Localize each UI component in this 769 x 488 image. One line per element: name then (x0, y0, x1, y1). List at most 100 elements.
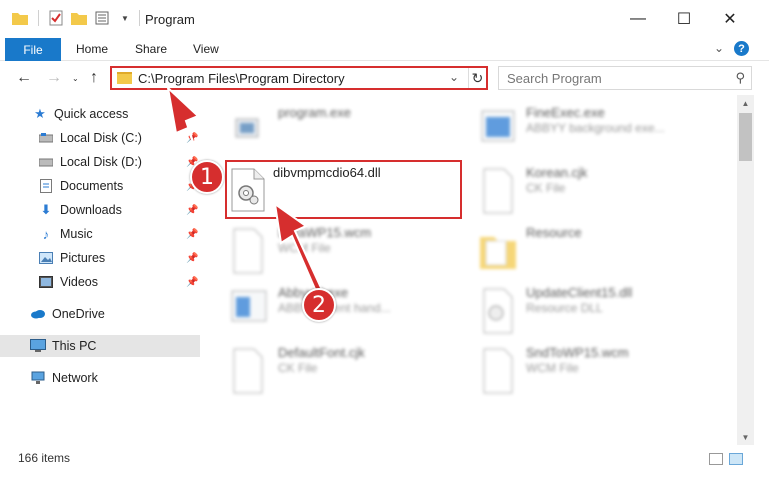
ribbon: File Home Share View ⌄ ? (0, 38, 769, 61)
sidebar-item-label: Local Disk (C:) (60, 131, 142, 145)
network-icon (30, 370, 46, 386)
file-name: UpdateClient15.dll (526, 285, 633, 300)
sidebar-item-documents[interactable]: Documents 📌 (0, 175, 200, 197)
back-icon[interactable]: ← (16, 69, 32, 87)
tab-file[interactable]: File (5, 38, 61, 61)
file-list: program.exe FineExec.exe ABBYY backgroun… (200, 95, 737, 445)
file-item[interactable]: DefaultFont.cjk CK File (230, 343, 480, 394)
file-item[interactable]: UpdateClient15.dll Resource DLL (478, 283, 728, 334)
new-folder-icon[interactable] (71, 11, 87, 25)
sidebar-item-local-disk-d[interactable]: Local Disk (D:) 📌 (0, 151, 200, 173)
sidebar-item-label: Documents (60, 179, 124, 193)
vertical-scrollbar[interactable]: ▲ ▼ (737, 95, 754, 445)
file-item[interactable]: Resource (478, 223, 728, 273)
title-bar: ▼ Program — ☐ ✕ (0, 0, 769, 38)
file-name: Korean.cjk (526, 165, 588, 180)
dll-icon (231, 168, 265, 212)
minimize-button[interactable]: — (615, 0, 661, 38)
close-button[interactable]: ✕ (707, 0, 753, 38)
large-icons-view-icon[interactable] (729, 453, 743, 465)
file-name: program.exe (278, 105, 351, 120)
navigation-pane: ★ Quick access Local Disk (C:) 📌 Local D… (0, 95, 200, 445)
sidebar-item-label: Local Disk (D:) (60, 155, 142, 169)
file-type: CK File (278, 361, 318, 375)
chevron-down-icon[interactable]: ▼ (121, 14, 129, 23)
search-box[interactable]: Search Program ⚲ (498, 66, 752, 90)
up-icon[interactable]: ↑ (90, 69, 98, 87)
file-item[interactable]: FineExec.exe ABBYY background exe... (478, 103, 728, 153)
tab-home[interactable]: Home (76, 42, 108, 56)
pin-icon: 📌 (186, 204, 199, 216)
sidebar-item-label: Quick access (54, 107, 129, 121)
item-count: 166 items (18, 451, 71, 465)
documents-icon (38, 178, 54, 194)
highlighted-file[interactable]: dibvmpmcdio64.dll (225, 160, 462, 219)
sidebar-item-label: OneDrive (52, 307, 105, 321)
document-icon (233, 228, 263, 274)
step-1-badge: 1 (190, 160, 224, 194)
recent-locations-icon[interactable]: ⌄ (72, 74, 79, 83)
sidebar-item-label: Downloads (60, 203, 122, 217)
sidebar-item-onedrive[interactable]: OneDrive (0, 303, 200, 325)
file-item[interactable]: program.exe (230, 103, 480, 153)
tab-share[interactable]: Share (135, 42, 167, 56)
file-item[interactable]: Korean.cjk CK File (478, 163, 728, 214)
folder-icon (480, 237, 516, 269)
file-name: FineExec.exe (526, 105, 605, 120)
forward-icon[interactable]: → (46, 69, 62, 87)
sidebar-item-label: Pictures (60, 251, 106, 265)
address-bar[interactable]: C:\Program Files\Program Directory ⌄ ↻ (110, 66, 488, 90)
sidebar-item-network[interactable]: Network (0, 367, 200, 389)
exe-icon (235, 118, 259, 138)
sidebar-item-label: Videos (60, 275, 98, 289)
file-name: Resource (526, 225, 582, 240)
address-path[interactable]: C:\Program Files\Program Directory (138, 71, 345, 86)
file-type: WCM File (526, 361, 579, 375)
drive-icon (38, 154, 54, 170)
sidebar-item-downloads[interactable]: ⬇ Downloads 📌 (0, 199, 200, 221)
details-view-icon[interactable] (709, 453, 723, 465)
tab-view[interactable]: View (193, 42, 219, 56)
window-title: Program (145, 12, 195, 27)
folder-icon (12, 13, 28, 25)
pictures-icon (38, 250, 54, 266)
sidebar-item-label: Network (52, 371, 98, 385)
sidebar-item-quick-access[interactable]: ★ Quick access (0, 103, 200, 125)
scroll-up-icon[interactable]: ▲ (737, 95, 754, 111)
pin-icon: 📌 (186, 228, 199, 240)
exe-icon (231, 290, 267, 322)
sidebar-item-local-disk-c[interactable]: Local Disk (C:) 📌 (0, 127, 200, 149)
scroll-down-icon[interactable]: ▼ (737, 429, 754, 445)
drive-icon (38, 130, 54, 146)
separator (138, 10, 140, 26)
quick-access-toolbar: ▼ (12, 10, 142, 26)
properties-icon[interactable] (49, 10, 63, 26)
document-icon (233, 348, 263, 394)
sidebar-item-music[interactable]: ♪ Music 📌 (0, 223, 200, 245)
file-name: dibvmpmcdio64.dll (273, 165, 381, 180)
document-icon (483, 168, 513, 214)
maximize-button[interactable]: ☐ (661, 0, 707, 38)
sidebar-item-videos[interactable]: Videos 📌 (0, 271, 200, 293)
sidebar-item-pictures[interactable]: Pictures 📌 (0, 247, 200, 269)
navigation-bar: ← → ⌄ ↑ C:\Program Files\Program Directo… (0, 61, 769, 95)
view-options-icon[interactable] (95, 11, 113, 25)
refresh-icon[interactable]: ↻ (468, 68, 486, 88)
search-icon[interactable]: ⚲ (735, 70, 745, 86)
file-type: ABBYY background exe... (526, 121, 665, 135)
help-icon[interactable]: ? (734, 41, 749, 56)
star-icon: ★ (34, 106, 46, 121)
file-item[interactable]: AbbyyR.exe ABBYY event hand... (230, 283, 480, 333)
search-input[interactable]: Search Program (507, 71, 602, 86)
music-icon: ♪ (42, 226, 50, 242)
file-type: Resource DLL (526, 301, 603, 315)
status-bar: 166 items (0, 445, 769, 488)
sidebar-item-this-pc[interactable]: This PC (0, 335, 200, 357)
expand-ribbon-icon[interactable]: ⌄ (714, 41, 724, 55)
file-name: DefaultFont.cjk (278, 345, 365, 360)
file-item[interactable]: SndToWP15.wcm WCM File (478, 343, 728, 394)
file-name: DefaWP15.wcm (278, 225, 372, 240)
scrollbar-thumb[interactable] (739, 113, 752, 161)
file-item[interactable]: DefaWP15.wcm WCM File (230, 223, 480, 274)
chevron-down-icon[interactable]: ⌄ (449, 70, 459, 84)
